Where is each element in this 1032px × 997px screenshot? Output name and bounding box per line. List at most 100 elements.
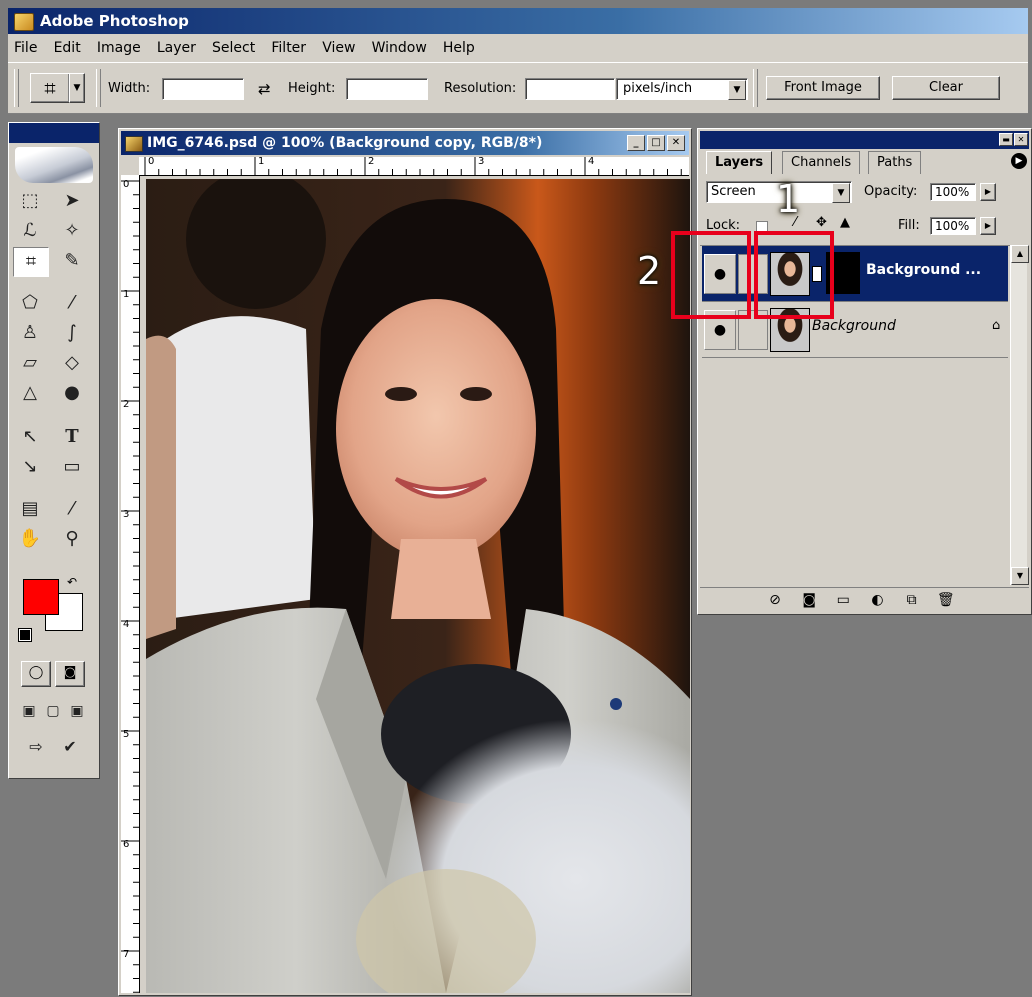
- opacity-label: Opacity:: [864, 184, 918, 199]
- history-brush-icon[interactable]: ∫: [55, 319, 89, 347]
- move-icon[interactable]: ➤: [55, 187, 89, 215]
- swap-colors-icon[interactable]: ↶: [67, 575, 77, 589]
- menu-window[interactable]: Window: [366, 34, 433, 62]
- fill-input[interactable]: 100%: [930, 217, 976, 235]
- close-icon[interactable]: ✕: [1014, 133, 1028, 146]
- panel-minimize-button[interactable]: ▬: [999, 133, 1013, 146]
- resolution-input[interactable]: [525, 78, 615, 100]
- add-mask-icon[interactable]: ◙: [794, 588, 824, 612]
- options-divider: [753, 69, 758, 107]
- ruler-v-label: 2: [123, 399, 130, 410]
- options-grip[interactable]: [14, 69, 19, 107]
- minimize-button[interactable]: _: [627, 135, 645, 151]
- menu-select[interactable]: Select: [206, 34, 261, 62]
- toolbox: ⬚ ➤ ℒ ✧ ⌗ ✎ ⬠ ⁄ ♙ ∫ ▱ ◇ △ ● ↖ T ↘ ▭ ▤ ⁄ …: [8, 122, 100, 779]
- brush-icon[interactable]: ⁄: [55, 289, 89, 317]
- menu-file[interactable]: File: [8, 34, 43, 62]
- screen-mode-full-icon[interactable]: ▣: [65, 697, 89, 725]
- screen-mode-standard-icon[interactable]: ▣: [17, 697, 41, 725]
- zoom-icon[interactable]: ⚲: [55, 525, 89, 553]
- bucket-icon[interactable]: ◇: [55, 349, 89, 377]
- document-title-bar[interactable]: IMG_6746.psd @ 100% (Background copy, RG…: [121, 131, 689, 155]
- foreground-color-swatch[interactable]: [23, 579, 59, 615]
- photoshop-file-icon: [125, 136, 143, 152]
- crop-icon[interactable]: ⌗: [13, 247, 49, 277]
- fill-slider-button[interactable]: ▶: [980, 217, 996, 235]
- menu-image[interactable]: Image: [91, 34, 147, 62]
- notes-icon[interactable]: ▤: [13, 495, 47, 523]
- swap-dimensions-icon[interactable]: ⇄: [258, 78, 271, 100]
- stamp-icon[interactable]: ♙: [13, 319, 47, 347]
- height-label: Height:: [288, 81, 336, 96]
- standard-mode-button[interactable]: ◯: [21, 661, 51, 687]
- photoshop-icon: [14, 13, 34, 31]
- app-title-bar: Adobe Photoshop: [8, 8, 1028, 34]
- new-group-icon[interactable]: ▭: [828, 588, 858, 612]
- tab-layers[interactable]: Layers: [706, 151, 773, 174]
- healing-icon[interactable]: ⬠: [13, 289, 47, 317]
- eraser-icon[interactable]: ▱: [13, 349, 47, 377]
- feather-logo-icon[interactable]: [15, 147, 93, 183]
- slice-icon[interactable]: ✎: [55, 247, 89, 275]
- layers-scrollbar[interactable]: ▲ ▼: [1010, 245, 1029, 585]
- opacity-slider-button[interactable]: ▶: [980, 183, 996, 201]
- quick-mask-button[interactable]: ◙: [55, 661, 85, 687]
- tab-channels[interactable]: Channels: [782, 151, 861, 174]
- crop-tool-preset-button[interactable]: ⌗: [30, 73, 70, 103]
- toolbox-title-bar[interactable]: [9, 123, 99, 143]
- jump-to-imageready-icon[interactable]: ⇨: [17, 733, 55, 761]
- ruler-v-label: 7: [123, 949, 130, 960]
- height-input[interactable]: [346, 78, 428, 100]
- hand-icon[interactable]: ✋: [13, 525, 47, 553]
- menu-help[interactable]: Help: [437, 34, 481, 62]
- ruler-h-label: 3: [478, 156, 485, 167]
- menu-layer[interactable]: Layer: [151, 34, 202, 62]
- resolution-label: Resolution:: [444, 81, 517, 96]
- screen-mode-full-menu-icon[interactable]: ▢: [41, 697, 65, 725]
- lasso-icon[interactable]: ℒ: [13, 217, 47, 245]
- adjustment-layer-icon[interactable]: ◐: [862, 588, 892, 612]
- pen-icon[interactable]: ↘: [13, 453, 47, 481]
- units-value: pixels/inch: [623, 81, 693, 96]
- panel-menu-icon[interactable]: ▶: [1011, 153, 1027, 169]
- portrait-photo: [146, 179, 690, 993]
- menu-filter[interactable]: Filter: [265, 34, 312, 62]
- document-canvas[interactable]: [146, 179, 690, 993]
- lock-icon: ⌂: [992, 318, 1001, 333]
- tool-preset-dropdown[interactable]: ▼: [69, 73, 85, 103]
- clear-button[interactable]: Clear: [892, 76, 1000, 100]
- resolution-units-select[interactable]: pixels/inch ▼: [616, 78, 748, 100]
- type-icon[interactable]: T: [55, 423, 89, 451]
- layer-style-icon[interactable]: ⊘: [760, 588, 790, 612]
- menu-view[interactable]: View: [316, 34, 361, 62]
- lock-position-icon[interactable]: ✥: [816, 215, 827, 230]
- front-image-button[interactable]: Front Image: [766, 76, 880, 100]
- eyedropper-icon[interactable]: ⁄: [55, 495, 89, 523]
- default-colors-icon[interactable]: [18, 628, 32, 642]
- dodge-icon[interactable]: ●: [55, 379, 89, 407]
- path-select-icon[interactable]: ↖: [13, 423, 47, 451]
- scroll-up-button[interactable]: ▲: [1011, 245, 1029, 263]
- layers-panel-title-bar[interactable]: ▬ ✕: [700, 131, 1029, 149]
- menu-edit[interactable]: Edit: [48, 34, 87, 62]
- tab-paths[interactable]: Paths: [868, 151, 922, 174]
- scroll-down-button[interactable]: ▼: [1011, 567, 1029, 585]
- new-layer-icon[interactable]: ⧉: [897, 588, 927, 612]
- options-bar: ⌗ ▼ Width: ⇄ Height: Resolution: pixels/…: [8, 63, 1028, 114]
- shape-icon[interactable]: ▭: [55, 453, 89, 481]
- annotation-box-1: [754, 231, 834, 319]
- trash-icon[interactable]: 🗑: [931, 588, 961, 612]
- close-icon[interactable]: ✕: [667, 135, 685, 151]
- maximize-button[interactable]: □: [647, 135, 665, 151]
- ruler-h-label: 0: [148, 156, 155, 167]
- blur-icon[interactable]: △: [13, 379, 47, 407]
- ruler-v-label: 5: [123, 729, 130, 740]
- lock-all-icon[interactable]: ▲: [840, 215, 850, 230]
- magic-wand-icon[interactable]: ✧: [55, 217, 89, 245]
- ruler-h-label: 2: [368, 156, 375, 167]
- opacity-input[interactable]: 100%: [930, 183, 976, 201]
- jump-to-icon[interactable]: ✔: [55, 733, 85, 761]
- width-label: Width:: [108, 81, 151, 96]
- marquee-icon[interactable]: ⬚: [13, 187, 47, 215]
- width-input[interactable]: [162, 78, 244, 100]
